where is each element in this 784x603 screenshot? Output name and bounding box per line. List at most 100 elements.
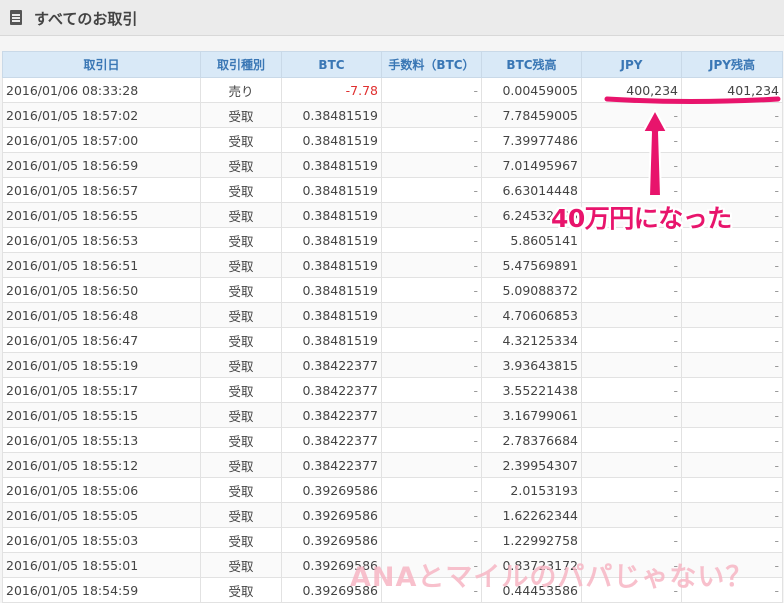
table-cell: -: [681, 502, 783, 528]
table-cell: 7.39977486: [481, 127, 582, 153]
table-cell: 3.16799061: [481, 402, 582, 428]
table-cell: 5.09088372: [481, 277, 582, 303]
table-cell: -: [681, 477, 783, 503]
table-header-row: 取引日 取引種別 BTC 手数料（BTC） BTC残高 JPY JPY残高: [2, 51, 783, 78]
table-cell: 0.39269586: [281, 502, 382, 528]
table-cell: 0.38481519: [281, 302, 382, 328]
table-row: 2016/01/05 18:57:00 受取 0.38481519-7.399774…: [2, 127, 783, 153]
table-cell: -: [681, 427, 783, 453]
table-cell: 受取: [200, 527, 282, 553]
table-cell: -: [581, 302, 682, 328]
table-cell: -: [681, 252, 783, 278]
table-cell: -: [581, 502, 682, 528]
table-cell: 受取: [200, 352, 282, 378]
table-cell: 0.38481519: [281, 277, 382, 303]
table-cell: -: [381, 477, 482, 503]
table-cell: -: [381, 452, 482, 478]
table-cell: -: [381, 127, 482, 153]
table-cell: 受取: [200, 102, 282, 128]
table-cell: -: [381, 227, 482, 253]
column-header: 取引種別: [200, 51, 282, 78]
table-cell: 3.55221438: [481, 377, 582, 403]
table-cell: 受取: [200, 427, 282, 453]
table-cell: 4.32125334: [481, 327, 582, 353]
table-row: 2016/01/06 08:33:28 売り -7.78-0.00459005 400…: [2, 77, 783, 103]
table-row: 2016/01/05 18:56:47 受取 0.38481519-4.321253…: [2, 327, 783, 353]
table-cell: 2016/01/05 18:56:55: [2, 202, 201, 228]
table-cell: 0.38422377: [281, 377, 382, 403]
column-header: BTC: [281, 51, 382, 78]
table-cell: -: [381, 177, 482, 203]
table-cell: -: [681, 302, 783, 328]
table-cell: 4.70606853: [481, 302, 582, 328]
table-cell: -: [581, 252, 682, 278]
table-cell: -: [681, 102, 783, 128]
table-cell: 0.38481519: [281, 227, 382, 253]
table-cell: -: [381, 377, 482, 403]
table-cell: 5.47569891: [481, 252, 582, 278]
table-cell: 2016/01/05 18:55:05: [2, 502, 201, 528]
table-cell: 2016/01/05 18:56:51: [2, 252, 201, 278]
table-cell: 2016/01/05 18:55:13: [2, 427, 201, 453]
table-cell: -: [581, 427, 682, 453]
table-cell: 0.38481519: [281, 152, 382, 178]
transactions-table: 取引日 取引種別 BTC 手数料（BTC） BTC残高 JPY JPY残高 2016/01/…: [2, 51, 783, 603]
table-cell: 2016/01/05 18:55:17: [2, 377, 201, 403]
table-cell: -: [681, 327, 783, 353]
table-cell: -: [581, 477, 682, 503]
title-bar: すべてのお取引: [0, 0, 784, 36]
table-cell: -: [681, 402, 783, 428]
column-header: BTC残高: [481, 51, 582, 78]
table-cell: 401,234: [681, 77, 783, 103]
table-row: 2016/01/05 18:55:12 受取 0.38422377-2.399543…: [2, 452, 783, 478]
column-header: JPY: [581, 51, 682, 78]
table-cell: 受取: [200, 377, 282, 403]
table-row: 2016/01/05 18:56:51 受取 0.38481519-5.475698…: [2, 252, 783, 278]
table-cell: 受取: [200, 127, 282, 153]
table-cell: -: [381, 302, 482, 328]
table-cell: 0.38481519: [281, 202, 382, 228]
table-cell: 0.38422377: [281, 427, 382, 453]
table-cell: -: [381, 252, 482, 278]
table-cell: 0.39269586: [281, 477, 382, 503]
table-cell: -: [581, 402, 682, 428]
table-cell: 2016/01/06 08:33:28: [2, 77, 201, 103]
table-cell: 売り: [200, 77, 282, 103]
table-cell: 0.00459005: [481, 77, 582, 103]
table-cell: -: [681, 352, 783, 378]
table-cell: 2016/01/05 18:55:19: [2, 352, 201, 378]
table-cell: 受取: [200, 152, 282, 178]
table-cell: -: [581, 152, 682, 178]
table-cell: 0.38481519: [281, 177, 382, 203]
table-cell: -: [381, 77, 482, 103]
table-cell: -7.78: [281, 77, 382, 103]
table-cell: 2016/01/05 18:57:02: [2, 102, 201, 128]
table-cell: -: [381, 527, 482, 553]
table-cell: 受取: [200, 227, 282, 253]
table-row: 2016/01/05 18:55:13 受取 0.38422377-2.783766…: [2, 427, 783, 453]
watermark-text: ANAとマイルのパパじゃない？: [350, 562, 754, 593]
table-cell: -: [381, 277, 482, 303]
document-icon: [10, 10, 22, 25]
table-cell: 受取: [200, 452, 282, 478]
table-cell: 0.38481519: [281, 102, 382, 128]
table-row: 2016/01/05 18:55:05 受取 0.39269586-1.622623…: [2, 502, 783, 528]
table-cell: 2016/01/05 18:57:00: [2, 127, 201, 153]
table-cell: 0.38422377: [281, 452, 382, 478]
table-cell: 2016/01/05 18:54:59: [2, 577, 201, 603]
table-cell: -: [381, 502, 482, 528]
table-cell: 受取: [200, 402, 282, 428]
table-cell: 0.38422377: [281, 402, 382, 428]
column-header: JPY残高: [681, 51, 783, 78]
table-cell: 400,234: [581, 77, 682, 103]
table-cell: -: [681, 277, 783, 303]
table-body: 2016/01/06 08:33:28 売り -7.78 - 0.00459005 400…: [2, 77, 783, 603]
table-cell: -: [581, 352, 682, 378]
table-cell: 2016/01/05 18:55:03: [2, 527, 201, 553]
annotation-text: 40万円になった: [551, 204, 732, 233]
table-cell: -: [581, 452, 682, 478]
table-cell: -: [381, 427, 482, 453]
table-cell: 7.78459005: [481, 102, 582, 128]
table-row: 2016/01/05 18:55:03 受取 0.39269586-1.229927…: [2, 527, 783, 553]
table-cell: 2016/01/05 18:56:53: [2, 227, 201, 253]
